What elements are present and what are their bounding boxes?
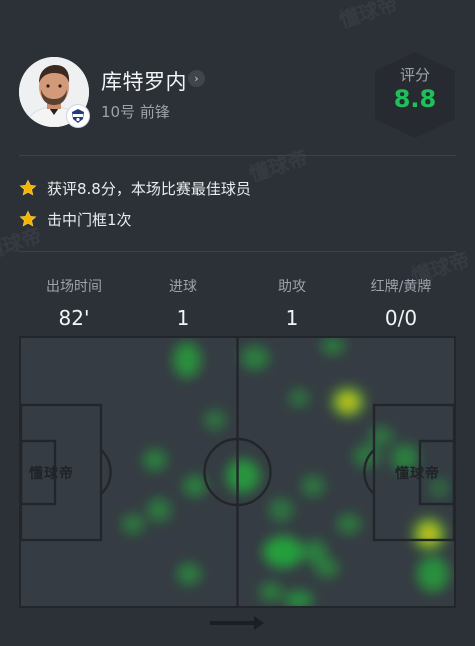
pitch-markings xyxy=(21,338,454,606)
heatmap-hotspot xyxy=(409,514,449,554)
star-icon xyxy=(19,210,37,227)
stat-cards: 红牌/黄牌 0/0 xyxy=(346,276,456,330)
stat-value: 82' xyxy=(58,306,90,330)
divider xyxy=(19,155,456,156)
rating-label: 评分 xyxy=(399,66,430,84)
stat-goals: 进球 1 xyxy=(128,276,238,330)
goal-logo-right: 懂球帝 xyxy=(395,466,440,482)
highlight-text: 获评8.8分，本场比赛最佳球员 xyxy=(47,179,251,198)
chevron-right-icon[interactable]: › xyxy=(188,70,205,87)
match-stats: 出场时间 82' 进球 1 助攻 1 红牌/黄牌 0/0 xyxy=(19,276,456,332)
attack-direction-arrow-icon xyxy=(210,616,264,630)
heatmap-hotspot xyxy=(328,384,368,420)
pitch-lines xyxy=(21,338,454,606)
star-icon xyxy=(19,179,37,196)
stat-minutes-played: 出场时间 82' xyxy=(19,276,129,330)
rating-value: 8.8 xyxy=(393,85,437,113)
club-badge-icon xyxy=(66,104,90,128)
stat-label: 红牌/黄牌 xyxy=(370,279,432,295)
stat-value: 0/0 xyxy=(384,306,418,330)
stat-label: 助攻 xyxy=(278,279,306,295)
stat-value: 1 xyxy=(176,306,190,330)
stat-value: 1 xyxy=(285,306,299,330)
stat-assists: 助攻 1 xyxy=(237,276,347,330)
highlight-item: 获评8.8分，本场比赛最佳球员 xyxy=(19,176,251,200)
highlight-item: 击中门框1次 xyxy=(19,207,132,231)
stat-label: 出场时间 xyxy=(46,279,102,295)
heatmap-pitch: 懂球帝 懂球帝 xyxy=(19,336,456,608)
divider xyxy=(19,251,456,252)
player-number-position: 10号 前锋 xyxy=(101,103,170,121)
player-name[interactable]: 库特罗内 xyxy=(101,66,187,96)
stat-label: 进球 xyxy=(169,279,197,295)
highlight-text: 击中门框1次 xyxy=(47,210,132,229)
player-profile-header: 库特罗内 › 10号 前锋 评分 8.8 xyxy=(0,0,475,150)
goal-logo-left: 懂球帝 xyxy=(29,466,74,482)
